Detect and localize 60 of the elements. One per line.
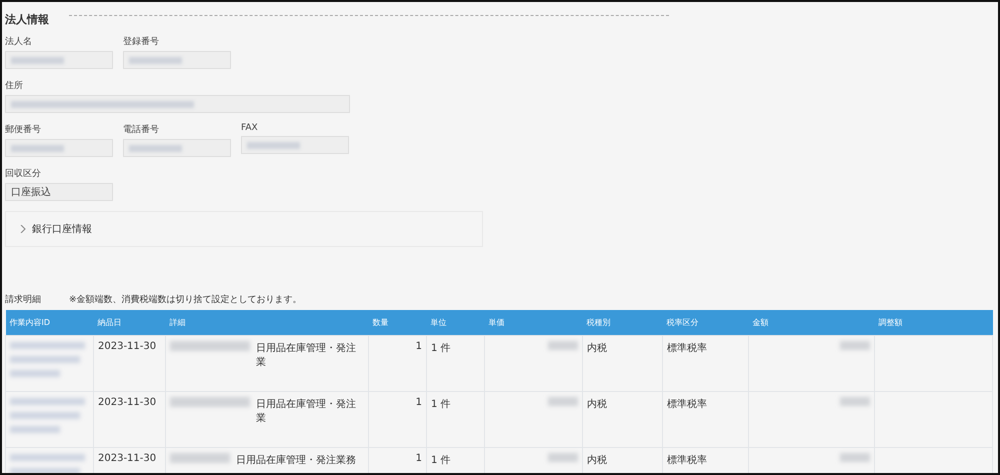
invoice-note: ※金額端数、消費税端数は切り捨て設定としております。 — [69, 294, 302, 306]
table-cell: 標準税率 — [662, 336, 748, 392]
input-field[interactable] — [5, 51, 113, 69]
column-header[interactable]: 単位 — [426, 310, 484, 336]
redacted-text — [10, 370, 60, 377]
section-title: 法人情報 — [5, 12, 49, 27]
table-cell-text: 日用品在庫管理・発注業務 — [236, 454, 356, 467]
table-cell-text: 日用品在庫管理・発注業 — [256, 398, 357, 425]
redacted-text — [10, 468, 80, 473]
input-field[interactable] — [5, 95, 350, 113]
redacted-text — [10, 356, 80, 363]
column-header[interactable]: 調整額 — [874, 310, 992, 336]
table-cell: 1 — [368, 336, 426, 392]
redacted-text — [247, 142, 300, 148]
column-header[interactable]: 金額 — [748, 310, 874, 336]
input-field[interactable] — [123, 139, 231, 157]
field-label: 住所 — [5, 80, 24, 92]
input-field[interactable]: 口座振込 — [5, 183, 113, 201]
column-header[interactable]: 税種別 — [582, 310, 662, 336]
field-label: 郵便番号 — [5, 124, 42, 136]
redacted-text — [10, 412, 80, 419]
table-cell-text: 日用品在庫管理・発注業 — [256, 342, 357, 369]
redacted-text — [840, 341, 870, 350]
field-label: 電話番号 — [123, 124, 160, 136]
field-label: 回収区分 — [5, 168, 42, 180]
chevron-icon — [20, 225, 26, 233]
redacted-text — [129, 144, 182, 152]
input-field[interactable] — [5, 139, 113, 157]
column-header[interactable]: 数量 — [368, 310, 426, 336]
redacted-text — [548, 453, 578, 462]
table-cell: 内税 — [582, 336, 662, 392]
invoice-title: 請求明細 — [5, 294, 41, 306]
column-header[interactable]: 税率区分 — [662, 310, 748, 336]
column-header[interactable]: 作業内容ID — [6, 310, 94, 336]
redacted-text — [129, 56, 182, 64]
bank-account-panel[interactable]: 銀行口座情報 — [5, 211, 483, 247]
table-cell: 1 — [368, 392, 426, 448]
redacted-text — [548, 341, 578, 350]
input-field[interactable] — [241, 136, 349, 154]
column-header[interactable]: 詳細 — [166, 310, 368, 336]
column-header[interactable]: 納品日 — [94, 310, 166, 336]
panel-label: 銀行口座情報 — [32, 222, 92, 236]
column-header[interactable]: 単価 — [484, 310, 582, 336]
table-cell: 2023-11-30 — [94, 392, 166, 448]
field-label: 登録番号 — [123, 36, 160, 48]
input-field[interactable] — [123, 51, 231, 69]
redacted-text — [11, 56, 64, 64]
field-label: 法人名 — [5, 36, 33, 48]
field-label: FAX — [241, 123, 259, 133]
redacted-text — [840, 453, 870, 462]
table-cell: 1 件 — [426, 336, 484, 392]
redacted-text — [170, 453, 230, 463]
redacted-text — [10, 426, 60, 433]
redacted-text — [548, 397, 578, 406]
table-cell: 標準税率 — [662, 392, 748, 448]
table-cell: 1 件 — [426, 392, 484, 448]
redacted-text — [11, 144, 64, 152]
table-cell: 2023-11-30 — [94, 336, 166, 392]
redacted-text — [840, 397, 870, 406]
table-cell: 内税 — [582, 392, 662, 448]
